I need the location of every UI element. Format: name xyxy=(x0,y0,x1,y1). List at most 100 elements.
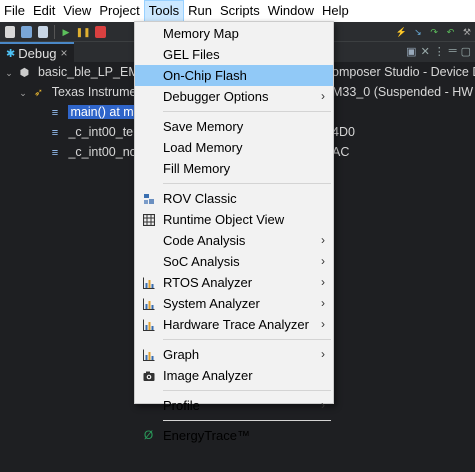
energy-icon: Ø xyxy=(143,428,154,442)
menu-item-hardware-trace-analyzer[interactable]: Hardware Trace Analyzer › xyxy=(135,314,333,335)
menu-item-label: System Analyzer xyxy=(163,296,260,311)
tree-row-detail: M33_0 (Suspended - HW Br xyxy=(332,85,475,99)
menu-separator xyxy=(135,386,333,395)
chart-icon xyxy=(142,297,155,310)
menu-item-label: Code Analysis xyxy=(163,233,246,248)
chart-icon xyxy=(142,276,155,289)
menu-item-profile[interactable]: Profile › xyxy=(135,395,333,416)
expanded-icon[interactable]: ⌄ xyxy=(4,63,14,83)
menu-edit[interactable]: Edit xyxy=(29,0,59,22)
maximize-icon[interactable]: ▢ xyxy=(461,45,471,58)
menu-item-label: RTOS Analyzer xyxy=(163,275,253,290)
menu-help[interactable]: Help xyxy=(318,0,353,22)
menu-item-soc-analysis[interactable]: SoC Analysis › xyxy=(135,251,333,272)
menu-item-on-chip-flash[interactable]: On-Chip Flash xyxy=(135,65,333,86)
menu-item-label: Profile xyxy=(163,398,200,413)
save-icon[interactable] xyxy=(21,25,32,38)
menu-item-label: Runtime Object View xyxy=(163,212,285,227)
menu-item-label: Image Analyzer xyxy=(163,368,253,383)
menu-window[interactable]: Window xyxy=(264,0,318,22)
tree-row-detail: AC xyxy=(332,145,350,159)
suspend-icon[interactable]: ❚❚ xyxy=(76,26,91,38)
menu-item-energytrace[interactable]: Ø EnergyTrace™ xyxy=(135,425,333,446)
toolbar-separator xyxy=(53,24,55,39)
submenu-arrow-icon: › xyxy=(321,398,325,412)
expanded-icon[interactable]: ⌄ xyxy=(18,83,28,103)
menu-item-system-analyzer[interactable]: System Analyzer › xyxy=(135,293,333,314)
menu-item-load-memory[interactable]: Load Memory xyxy=(135,137,333,158)
chart-icon xyxy=(142,318,155,331)
submenu-arrow-icon: › xyxy=(321,275,325,289)
menu-item-save-memory[interactable]: Save Memory xyxy=(135,116,333,137)
menu-item-label: EnergyTrace™ xyxy=(163,428,250,443)
tree-row-detail: omposer Studio - Device D xyxy=(332,65,475,79)
submenu-arrow-icon: › xyxy=(321,317,325,331)
menu-project[interactable]: Project xyxy=(95,0,143,22)
menu-separator xyxy=(135,335,333,344)
step-into-icon[interactable]: ↘ xyxy=(413,26,423,38)
menu-item-memory-map[interactable]: Memory Map xyxy=(135,23,333,44)
menu-item-rov-classic[interactable]: ROV Classic xyxy=(135,188,333,209)
close-icon[interactable]: × xyxy=(61,46,68,60)
menu-item-label: Graph xyxy=(163,347,200,362)
menu-item-label: Fill Memory xyxy=(163,161,231,176)
menu-separator xyxy=(135,416,333,425)
menu-item-label: SoC Analysis xyxy=(163,254,240,269)
submenu-arrow-icon: › xyxy=(321,254,325,268)
menu-scripts[interactable]: Scripts xyxy=(216,0,264,22)
tree-row-label: Texas Instrumen xyxy=(51,85,144,99)
device-icon: ➶ xyxy=(33,87,44,99)
grid-icon xyxy=(142,213,155,226)
new-icon[interactable] xyxy=(5,25,16,38)
debug-view-icon[interactable] xyxy=(37,25,48,38)
menu-run[interactable]: Run xyxy=(184,0,216,22)
menu-file[interactable]: File xyxy=(0,0,29,22)
minimize-icon[interactable]: ═ xyxy=(449,45,457,58)
view-toolbar: ▣ ✕ ⋮ ═ ▢ xyxy=(406,45,471,58)
stack-frame-icon: ≡ xyxy=(51,127,59,139)
camera-icon xyxy=(142,369,155,382)
remove-all-icon[interactable]: ▣ xyxy=(406,45,416,58)
menu-item-runtime-object-view[interactable]: Runtime Object View xyxy=(135,209,333,230)
menu-separator xyxy=(135,107,333,116)
menu-item-label: ROV Classic xyxy=(163,191,237,206)
debug-icon: ✱ xyxy=(6,47,16,60)
menu-item-code-analysis[interactable]: Code Analysis › xyxy=(135,230,333,251)
stack-frame-icon: ≡ xyxy=(51,107,59,119)
menu-item-gel-files[interactable]: GEL Files xyxy=(135,44,333,65)
hammer-icon[interactable]: ⚒ xyxy=(462,26,472,38)
menu-item-label: Save Memory xyxy=(163,119,244,134)
menu-item-label: On-Chip Flash xyxy=(163,68,247,83)
menu-item-image-analyzer[interactable]: Image Analyzer xyxy=(135,365,333,386)
stack-frame-icon: ≡ xyxy=(51,147,59,159)
menu-tools[interactable]: Tools xyxy=(143,0,185,22)
project-icon: ⬢ xyxy=(19,67,30,79)
menu-item-fill-memory[interactable]: Fill Memory xyxy=(135,158,333,179)
menu-bar: File Edit View Project Tools Run Scripts… xyxy=(0,0,475,22)
view-menu-icon[interactable]: ⋮ xyxy=(434,45,445,58)
submenu-arrow-icon: › xyxy=(321,89,325,103)
rov-icon xyxy=(142,192,155,205)
step-return-icon[interactable]: ↶ xyxy=(445,26,455,38)
submenu-arrow-icon: › xyxy=(321,233,325,247)
menu-item-debugger-options[interactable]: Debugger Options › xyxy=(135,86,333,107)
menu-view[interactable]: View xyxy=(59,0,95,22)
collapse-all-icon[interactable]: ✕ xyxy=(421,45,430,58)
menu-item-label: Hardware Trace Analyzer xyxy=(163,317,309,332)
menu-item-label: GEL Files xyxy=(163,47,220,62)
menu-item-label: Debugger Options xyxy=(163,89,269,104)
menu-item-rtos-analyzer[interactable]: RTOS Analyzer › xyxy=(135,272,333,293)
step-over-icon[interactable]: ↷ xyxy=(429,26,439,38)
menu-separator xyxy=(135,179,333,188)
submenu-arrow-icon: › xyxy=(321,347,325,361)
chart-icon xyxy=(142,348,155,361)
tree-row-detail: 4D0 xyxy=(332,125,355,139)
connect-icon[interactable]: ⚡ xyxy=(395,26,406,38)
terminate-icon[interactable] xyxy=(95,25,106,38)
tab-debug-label: Debug xyxy=(18,45,57,61)
resume-icon[interactable]: ▶ xyxy=(61,26,71,38)
menu-item-label: Memory Map xyxy=(163,26,239,41)
tab-debug[interactable]: ✱ Debug × xyxy=(0,42,74,62)
menu-item-graph[interactable]: Graph › xyxy=(135,344,333,365)
menu-item-label: Load Memory xyxy=(163,140,243,155)
